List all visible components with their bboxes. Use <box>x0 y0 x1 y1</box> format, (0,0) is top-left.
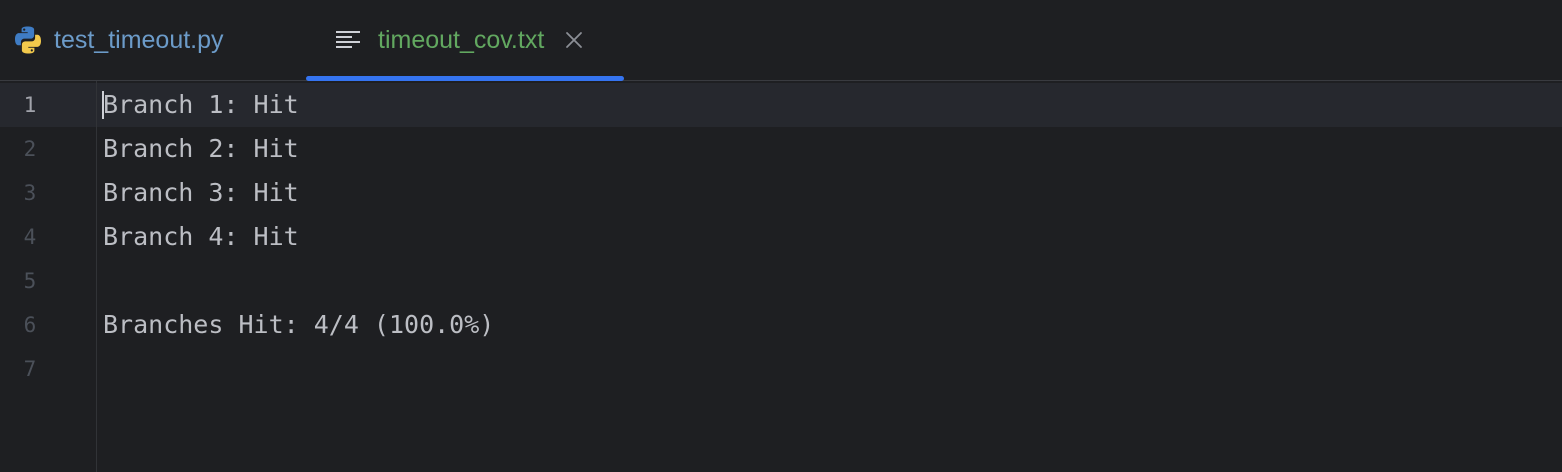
editor-line: 5 <box>0 259 1562 303</box>
tab-timeout-cov-txt[interactable]: timeout_cov.txt <box>306 0 624 81</box>
tab-label: test_timeout.py <box>54 25 224 54</box>
line-number-gutter <box>0 81 97 472</box>
editor-tab-bar: test_timeout.py timeout_cov.txt <box>0 0 1562 81</box>
text-caret <box>102 91 104 119</box>
line-text[interactable]: Branch 4: Hit <box>103 215 299 259</box>
line-text[interactable]: Branches Hit: 4/4 (100.0%) <box>103 303 494 347</box>
line-text[interactable]: Branch 2: Hit <box>103 127 299 171</box>
editor-line: 6 Branches Hit: 4/4 (100.0%) <box>0 303 1562 347</box>
editor-line: 3 Branch 3: Hit <box>0 171 1562 215</box>
line-text[interactable]: Branch 3: Hit <box>103 171 299 215</box>
python-file-icon <box>12 24 44 56</box>
editor-line: 7 <box>0 347 1562 391</box>
editor-line: 2 Branch 2: Hit <box>0 127 1562 171</box>
line-text[interactable]: Branch 1: Hit <box>103 83 299 127</box>
text-file-icon <box>332 24 364 56</box>
editor-line: 4 Branch 4: Hit <box>0 215 1562 259</box>
close-icon[interactable] <box>562 28 586 52</box>
tab-label: timeout_cov.txt <box>378 25 545 54</box>
text-editor[interactable]: 1 Branch 1: Hit 2 Branch 2: Hit 3 Branch… <box>0 81 1562 472</box>
editor-line: 1 Branch 1: Hit <box>0 83 1562 127</box>
tab-test-timeout-py[interactable]: test_timeout.py <box>0 0 306 80</box>
